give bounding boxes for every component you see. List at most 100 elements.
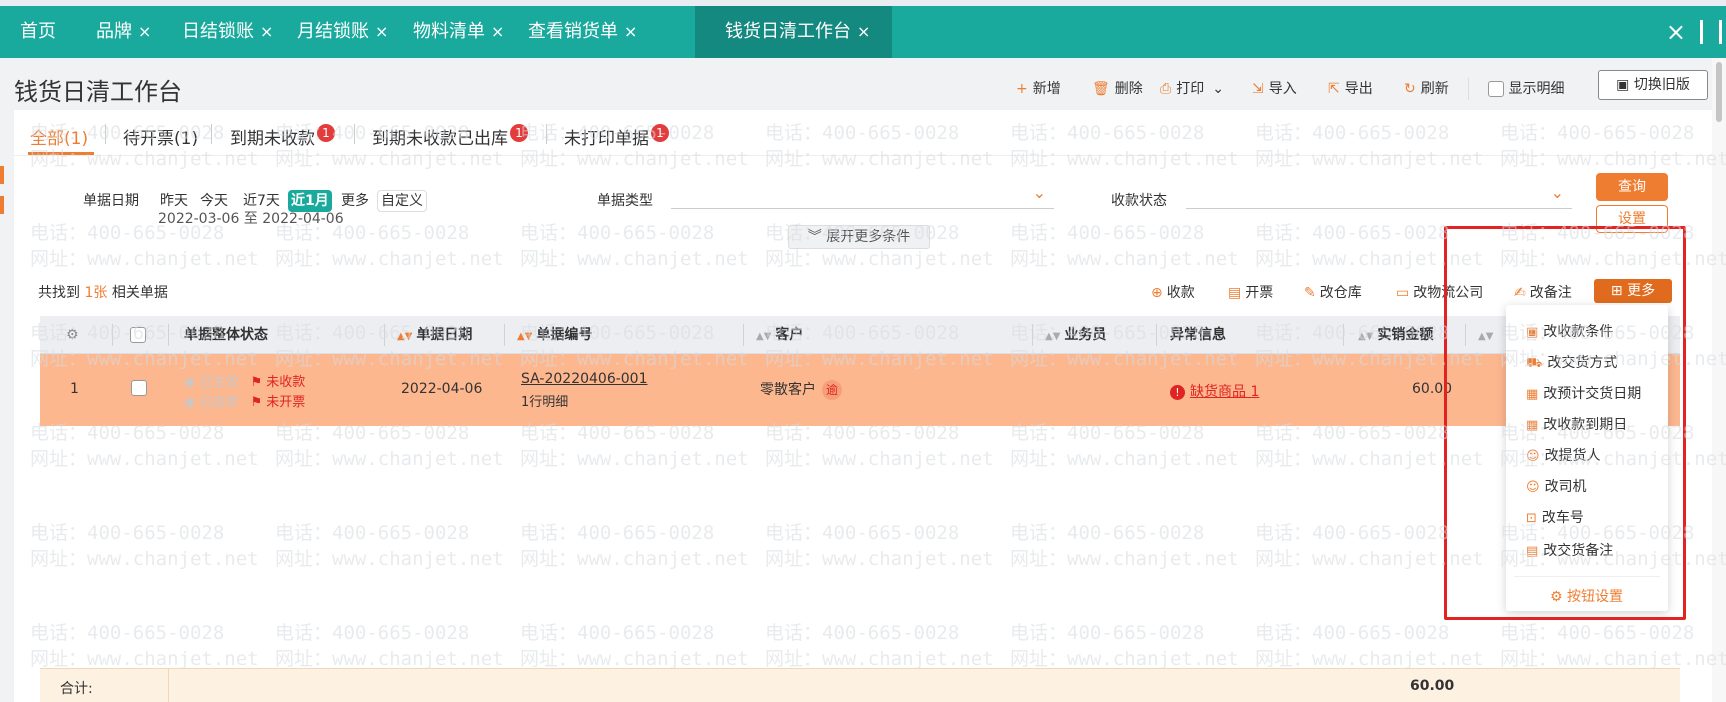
import-button[interactable]: ⇲ 导入 [1252,78,1297,100]
table-row[interactable]: 1 ◉ 已生效 ⚑ 未收款 ◉ 已出库 ⚑ 未开票 2022-04-06 SA-20… [40,354,1680,426]
export-button[interactable]: ⇱ 导出 [1328,78,1373,100]
row-code-sub: 1行明细 [521,395,569,410]
import-label: 导入 [1268,81,1297,97]
status-uninvoiced: 未开票 [266,395,306,410]
filter-tab-unprinted[interactable]: 未打印单据 1 [564,124,669,149]
show-detail-checkbox[interactable] [1488,81,1504,97]
col-date-label: 单据日期 [416,327,473,343]
print-button[interactable]: ⎙ 打印 ⌄ [1160,78,1224,100]
receipt-status-select[interactable]: ⌄ [1186,183,1572,209]
tab-label: 首页 [20,21,56,42]
import-icon: ⇲ [1252,81,1264,97]
printer-icon: ⎙ [1160,81,1172,97]
chevron-down-icon[interactable]: ⌄ [1212,81,1224,97]
receive-action[interactable]: ⊕ 收款 [1151,282,1195,302]
tab-label: 日结锁账 [182,21,254,42]
delete-button[interactable]: 🗑 删除 [1092,78,1143,100]
col-amount-label: 实销金额 [1377,327,1434,343]
tab-monthly-lock[interactable]: 月结锁账 × [297,6,388,58]
tab-brand[interactable]: 品牌 × [96,6,151,58]
chevron-down-icon: ⌄ [1032,183,1046,202]
flag-icon: ⚑ [250,375,263,390]
col-code[interactable]: ▲▼ 单据编号 [517,316,592,354]
select-all-checkbox[interactable] [130,316,146,354]
close-icon[interactable]: × [491,22,504,41]
checkbox[interactable] [131,380,147,396]
check-circle-icon: ◉ [184,395,196,410]
refresh-button[interactable]: ↻ 刷新 [1404,78,1449,100]
tab-bom[interactable]: 物料清单 × [413,6,504,58]
filter-tab-all[interactable]: 全部(1) [30,124,88,149]
total-label: 合计: [60,681,93,697]
query-button[interactable]: 查询 [1596,173,1668,201]
row-exception[interactable]: ! 缺货商品 1 [1170,381,1259,401]
sort-icon[interactable]: ▲▼ [1045,331,1060,342]
show-detail-toggle[interactable]: 显示明细 [1488,78,1564,100]
scrollbar-thumb[interactable] [1716,62,1722,122]
sort-icon[interactable]: ▲▼ [397,331,412,342]
refresh-label: 刷新 [1420,81,1449,97]
warning-icon: ! [1170,385,1185,400]
export-icon: ⇱ [1328,81,1340,97]
column-divider [1156,324,1157,346]
column-divider [1032,324,1033,346]
window-maximize-icon[interactable] [1700,20,1722,44]
row-index: 1 [70,381,79,397]
total-row: 合计: 60.00 [40,668,1680,702]
tab-sales-doc[interactable]: 查看销货单 × [528,6,637,58]
checkbox[interactable] [130,327,146,343]
trash-icon: 🗑 [1092,81,1110,97]
close-icon[interactable]: × [857,22,870,41]
result-suffix: 相关单据 [111,285,168,301]
doc-type-label: 单据类型 [597,193,653,209]
close-icon[interactable]: × [260,22,273,41]
divider [546,124,547,144]
tab-cash-goods-workbench[interactable]: 钱货日清工作台 × [695,6,893,58]
date-filter-label: 单据日期 [83,193,139,209]
tab-label: 品牌 [96,21,132,42]
invoice-action[interactable]: ▤ 开票 [1228,282,1273,302]
col-date[interactable]: ▲▼ 单据日期 [397,316,472,354]
col-amount[interactable]: ▲▼ 实销金额 [1358,316,1433,354]
tab-home[interactable]: 首页 [20,6,56,58]
exception-link[interactable]: 缺货商品 1 [1190,384,1259,400]
receipt-status-label: 收款状态 [1111,193,1167,209]
close-icon[interactable]: × [138,22,151,41]
close-icon[interactable]: × [375,22,388,41]
overdue-badge: 逾 [822,380,842,400]
toolbar-divider [1468,78,1469,100]
row-code-link[interactable]: SA-20220406-001 [521,371,648,387]
window-close-icon[interactable]: × [1666,18,1686,46]
switch-old-version-button[interactable]: ▣ 切换旧版 [1598,70,1708,100]
filter-tab-pending-invoice[interactable]: 待开票(1) [123,124,198,149]
sort-icon[interactable]: ▲▼ [756,331,771,342]
column-divider [384,324,385,346]
sort-icon[interactable]: ▲▼ [1358,331,1373,342]
expand-more-button[interactable]: ︾ 展开更多条件 [788,225,930,249]
close-icon[interactable]: × [624,22,637,41]
chevron-down-icon: ⌄ [1550,183,1564,202]
tab-daily-lock[interactable]: 日结锁账 × [182,6,273,58]
doc-type-select[interactable]: ⌄ [671,183,1054,209]
page-title: 钱货日清工作台 [14,78,182,106]
refresh-icon: ↻ [1404,81,1416,97]
date-range-text: 2022-03-06 至 2022-04-06 [158,211,344,227]
filter-tab-overdue-unpaid[interactable]: 到期未收款 1 [230,124,335,149]
change-warehouse-action[interactable]: ✎ 改仓库 [1304,282,1362,302]
date-chip-custom[interactable]: 自定义 [377,190,427,212]
row-checkbox[interactable] [131,380,147,396]
new-button[interactable]: + 新增 [1016,78,1061,100]
count-badge: 1 [651,124,669,142]
col-salesperson[interactable]: ▲▼ 业务员 [1045,316,1106,354]
check-circle-icon: ◉ [184,375,196,390]
col-customer[interactable]: ▲▼ 客户 [756,316,803,354]
filter-tab-overdue-unpaid-shipped[interactable]: 到期未收款已出库 1 [372,124,528,149]
filter-tab-label: 全部(1) [30,129,89,149]
column-settings-icon[interactable]: ⚙ [66,316,79,354]
filter-tab-label: 到期未收款 [230,129,315,149]
tab-label: 月结锁账 [297,21,369,42]
sort-icon[interactable]: ▲▼ [517,331,532,342]
customer-name: 零散客户 [760,382,816,398]
vertical-scrollbar[interactable] [1712,58,1726,702]
status-effective: 已生效 [199,375,239,390]
